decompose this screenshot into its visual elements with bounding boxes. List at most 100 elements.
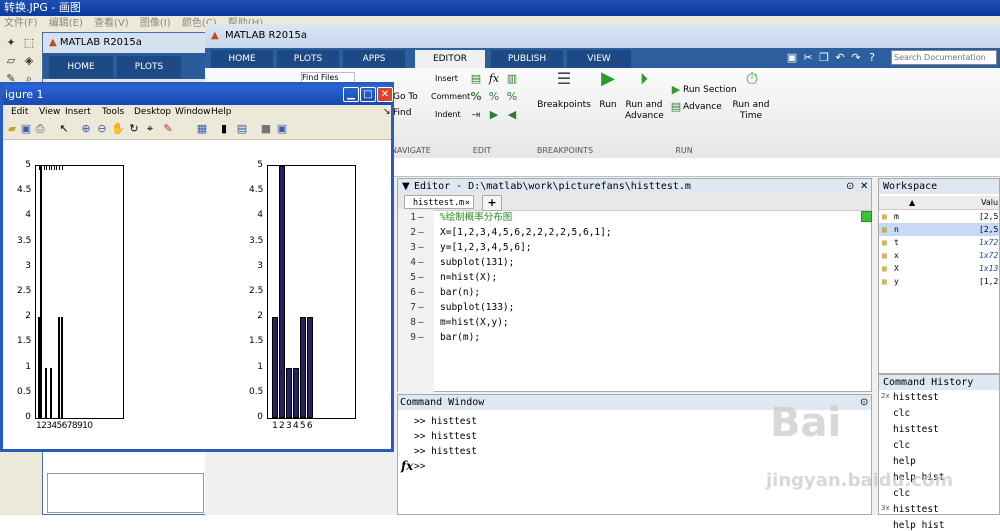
decrease-indent-icon[interactable]: ◀ (505, 108, 519, 122)
paint-menu-view[interactable]: 查看(V) (94, 18, 129, 29)
bar[interactable] (306, 317, 313, 418)
line-number[interactable]: 6 (402, 285, 416, 300)
run-and-time-button[interactable]: Run and Time (731, 100, 771, 122)
edit-plot-icon[interactable]: ↖ (57, 122, 71, 136)
line-number[interactable]: 4 (402, 255, 416, 270)
history-entry[interactable]: histtest (893, 392, 939, 403)
hide-plot-tools-icon[interactable]: ■ (259, 122, 273, 136)
editor-close-icon[interactable]: ✕ (860, 179, 868, 194)
code-line[interactable]: 7– subplot(133); (398, 300, 868, 315)
history-entry[interactable]: clc (893, 408, 910, 419)
code-line[interactable]: 6– bar(n); (398, 285, 868, 300)
maximize-button[interactable]: □ (360, 87, 376, 102)
breakpoint-marker[interactable]: – (418, 240, 424, 255)
save-icon[interactable]: ▣ (785, 51, 799, 65)
figure-menu-insert[interactable]: Insert (65, 105, 91, 119)
bar[interactable] (293, 367, 299, 418)
increase-indent-icon[interactable]: ▶ (487, 108, 501, 122)
workspace-row[interactable]: ▦ n [2,5, (879, 223, 999, 236)
breakpoint-marker[interactable]: – (418, 225, 424, 240)
help-icon[interactable]: ? (865, 51, 879, 65)
undo-icon[interactable]: ↶ (833, 51, 847, 65)
left-axes[interactable] (35, 165, 124, 419)
breakpoints-button[interactable]: Breakpoints (537, 100, 591, 111)
tab-publish[interactable]: PUBLISH (491, 50, 563, 68)
code-line[interactable]: 9– bar(m); (398, 330, 868, 345)
code-area[interactable]: 1– %绘制概率分布图 2– X=[1,2,3,4,5,6,2,2,2,2,5,6,1… (398, 210, 858, 360)
smart-indent-icon[interactable]: ⇥ (469, 108, 483, 122)
figure-menu-desktop[interactable]: Desktop (134, 105, 171, 119)
zoom-out-icon[interactable]: ⊖ (95, 122, 109, 136)
breakpoint-marker[interactable]: – (418, 300, 424, 315)
go-to-button[interactable]: Go To (393, 92, 423, 103)
workspace-row[interactable]: ▦ x 1x721 (879, 249, 999, 262)
tab-view[interactable]: VIEW (567, 50, 631, 68)
find-button[interactable]: Find (393, 108, 423, 119)
eraser-icon[interactable]: ▱ (4, 54, 18, 68)
breakpoint-marker[interactable]: – (418, 270, 424, 285)
bar[interactable] (286, 367, 292, 418)
figure-menu-tools[interactable]: Tools (102, 105, 124, 119)
bar[interactable] (60, 317, 63, 418)
cut-icon[interactable]: ✂ (801, 51, 815, 65)
bar[interactable] (279, 166, 285, 418)
menu-overflow-icon[interactable]: ↘ (383, 105, 391, 119)
matlab-back-tab-plots[interactable]: PLOTS (117, 56, 181, 78)
comment-icon[interactable]: % (469, 90, 483, 104)
line-number[interactable]: 5 (402, 270, 416, 285)
tab-editor[interactable]: EDITOR (415, 50, 485, 68)
bar[interactable] (45, 367, 48, 418)
wrap-comment-icon[interactable]: % (505, 90, 519, 104)
fx-insert-icon[interactable]: fx (487, 72, 501, 86)
insert-function-icon[interactable]: ▥ (505, 72, 519, 86)
code-line[interactable]: 8– m=hist(X,y); (398, 315, 868, 330)
editor-menu-icon[interactable]: ⊙ (846, 179, 854, 194)
code-line[interactable]: 1– %绘制概率分布图 (398, 210, 868, 225)
figure-menu-help[interactable]: Help (211, 105, 232, 119)
tab-plots[interactable]: PLOTS (277, 50, 339, 68)
close-button[interactable]: ✕ (377, 87, 393, 102)
data-cursor-icon[interactable]: ⌖ (143, 122, 157, 136)
breakpoint-marker[interactable]: – (418, 285, 424, 300)
history-entry[interactable]: help hist (893, 520, 944, 531)
breakpoint-marker[interactable]: – (418, 210, 424, 225)
tab-close-icon[interactable]: ✕ (465, 196, 470, 210)
command-prompt[interactable]: >> (414, 461, 425, 472)
bar[interactable] (40, 166, 43, 418)
zoom-in-icon[interactable]: ⊕ (79, 122, 93, 136)
paint-menu-edit[interactable]: 编辑(E) (49, 18, 83, 29)
code-line[interactable]: 4– subplot(131); (398, 255, 868, 270)
figure-menu-edit[interactable]: Edit (11, 105, 28, 119)
search-documentation-input[interactable] (891, 50, 997, 65)
show-plot-tools-icon[interactable]: ▣ (275, 122, 289, 136)
figure-menu-window[interactable]: Window (175, 105, 211, 119)
history-entry[interactable]: histtest (893, 424, 939, 435)
editor-file-tab[interactable]: histtest.m ✕ (404, 195, 474, 209)
code-line[interactable]: 5– n=hist(X); (398, 270, 868, 285)
legend-icon[interactable]: ▤ (235, 122, 249, 136)
sort-ascending-icon[interactable]: ▲ (909, 196, 915, 209)
code-line[interactable]: 2– X=[1,2,3,4,5,6,2,2,2,2,5,6,1]; (398, 225, 868, 240)
bar[interactable] (50, 367, 53, 418)
code-line[interactable]: 3– y=[1,2,3,4,5,6]; (398, 240, 868, 255)
history-entry[interactable]: histtest (893, 504, 939, 515)
insert-icon[interactable]: ▤ (469, 72, 483, 86)
print-icon[interactable]: ⎙ (33, 122, 47, 136)
advance-button[interactable]: Advance (683, 102, 733, 113)
breakpoint-marker[interactable]: – (418, 255, 424, 270)
paint-menu-image[interactable]: 图像(I) (140, 18, 171, 29)
line-number[interactable]: 9 (402, 330, 416, 345)
uncomment-icon[interactable]: % (487, 90, 501, 104)
workspace-row[interactable]: ▦ y [1,2, (879, 275, 999, 288)
select-star-icon[interactable]: ✦ (4, 36, 18, 50)
fx-icon[interactable]: fx (401, 459, 413, 473)
workspace-row[interactable]: ▦ t 1x721 (879, 236, 999, 249)
history-entry[interactable]: clc (893, 440, 910, 451)
save-figure-icon[interactable]: ▣ (19, 122, 33, 136)
line-number[interactable]: 8 (402, 315, 416, 330)
line-number[interactable]: 7 (402, 300, 416, 315)
copy-icon[interactable]: ❐ (817, 51, 831, 65)
minimize-button[interactable]: ▁ (343, 87, 359, 102)
matlab-back-tab-home[interactable]: HOME (49, 56, 113, 78)
workspace-row[interactable]: ▦ X 1x13 (879, 262, 999, 275)
